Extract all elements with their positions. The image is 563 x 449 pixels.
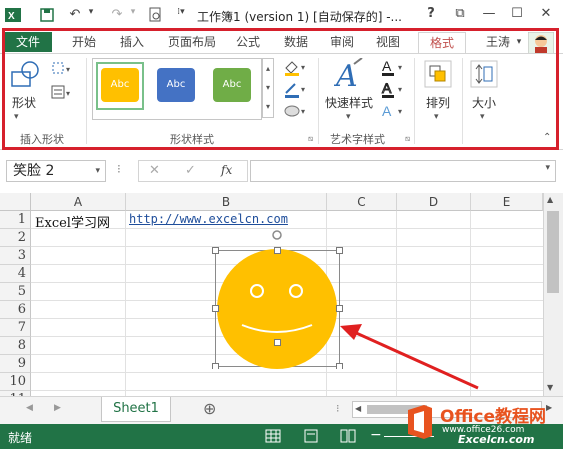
split-handle-icon[interactable]: ⁝ — [336, 402, 340, 415]
formula-options-icon[interactable]: ⁝ — [117, 162, 121, 176]
annotation-arrow — [340, 324, 479, 390]
page-layout-view-icon[interactable] — [303, 429, 319, 446]
insert-function-icon[interactable]: fx — [221, 163, 232, 177]
expand-formula-icon[interactable]: ▾ — [545, 163, 550, 173]
save-icon[interactable] — [38, 7, 56, 23]
name-box-value: 笑脸 2 — [13, 163, 55, 179]
office-logo-icon — [408, 405, 432, 439]
ribbon-display-options-button[interactable]: ⧉ — [449, 6, 471, 24]
watermark-site: Excelcn.com — [458, 433, 535, 446]
vertical-scrollbar[interactable]: ▲ ▼ — [543, 193, 563, 396]
svg-text:X: X — [8, 11, 15, 22]
sheet-tab-sheet1[interactable]: Sheet1 — [101, 397, 171, 422]
ribbon-highlight-box — [2, 28, 559, 150]
status-ready: 就绪 — [8, 431, 33, 445]
row-header[interactable]: 1 — [0, 211, 31, 229]
sheet-prev-icon[interactable]: ◀ — [26, 403, 33, 413]
smiley-face-shape[interactable] — [205, 229, 350, 369]
scroll-thumb[interactable] — [547, 211, 559, 293]
page-break-view-icon[interactable] — [340, 429, 356, 446]
select-all-corner[interactable] — [0, 193, 31, 211]
column-header-e[interactable]: E — [471, 193, 543, 211]
grid-line — [125, 211, 126, 396]
row-header[interactable]: 9 — [0, 355, 31, 373]
row-header[interactable]: 8 — [0, 337, 31, 355]
column-header-a[interactable]: A — [31, 193, 126, 211]
scroll-left-icon[interactable]: ◀ — [355, 404, 361, 413]
row-header[interactable]: 5 — [0, 283, 31, 301]
minimize-button[interactable]: — — [478, 6, 500, 24]
column-header-d[interactable]: D — [397, 193, 471, 211]
cell-b1-link[interactable]: http://www.excelcn.com — [129, 212, 288, 226]
normal-view-icon[interactable] — [265, 429, 281, 446]
row-header[interactable]: 7 — [0, 319, 31, 337]
cell-a1[interactable]: Excel学习网 — [35, 212, 110, 231]
column-header-b[interactable]: B — [126, 193, 327, 211]
scroll-down-icon[interactable]: ▼ — [547, 383, 553, 392]
formula-buttons: ✕ ✓ fx — [138, 160, 248, 182]
row-header[interactable]: 3 — [0, 247, 31, 265]
column-header-c[interactable]: C — [327, 193, 397, 211]
name-box[interactable]: 笑脸 2 ▾ — [6, 160, 106, 182]
customize-quick-access-icon[interactable]: ⁞▾ — [172, 7, 190, 23]
excel-app-icon[interactable]: X — [4, 7, 22, 23]
row-header[interactable]: 6 — [0, 301, 31, 319]
row-header[interactable]: 2 — [0, 229, 31, 247]
watermark: Office教程网 www.office26.com Excelcn.com — [400, 398, 563, 449]
close-button[interactable]: ✕ — [535, 6, 557, 24]
formula-input[interactable]: ▾ — [250, 160, 556, 182]
row-header[interactable]: 4 — [0, 265, 31, 283]
title-bar: X ↶ ▾ ↷ ▾ ⁞▾ 工作簿1 (version 1) [自动保存的] -.… — [0, 0, 563, 30]
help-button[interactable]: ? — [420, 6, 442, 24]
maximize-button[interactable]: ☐ — [506, 6, 528, 24]
window-title: 工作簿1 (version 1) [自动保存的] -... — [197, 10, 402, 24]
row-header[interactable]: 10 — [0, 373, 31, 391]
formula-bar: 笑脸 2 ▾ ⁝ ✕ ✓ fx ▾ — [0, 157, 563, 185]
name-box-dropdown-icon[interactable]: ▾ — [95, 161, 100, 181]
sheet-next-icon[interactable]: ▶ — [54, 403, 61, 413]
cancel-icon[interactable]: ✕ — [149, 163, 160, 178]
watermark-brand: Office教程网 — [440, 407, 547, 427]
enter-icon[interactable]: ✓ — [185, 163, 196, 178]
add-sheet-icon[interactable]: ⊕ — [203, 399, 216, 418]
undo-dropdown-icon[interactable]: ▾ — [82, 7, 100, 23]
redo-dropdown-icon[interactable]: ▾ — [124, 7, 142, 23]
zoom-out-button[interactable]: − — [370, 427, 382, 443]
scroll-up-icon[interactable]: ▲ — [547, 195, 553, 204]
print-preview-icon[interactable] — [146, 7, 164, 23]
